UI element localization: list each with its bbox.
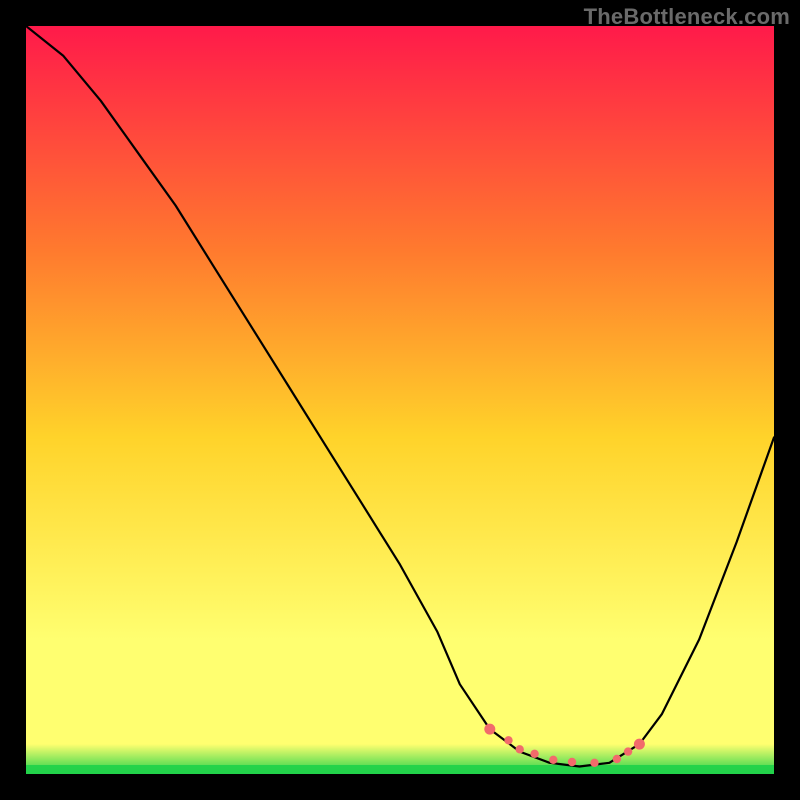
optimal-dot bbox=[530, 750, 538, 758]
optimal-dot bbox=[549, 756, 557, 764]
optimal-dot bbox=[516, 745, 524, 753]
gradient-background bbox=[26, 26, 774, 774]
plot-area bbox=[26, 26, 774, 774]
optimal-dot bbox=[484, 724, 495, 735]
watermark-text: TheBottleneck.com bbox=[584, 4, 790, 30]
chart-frame: TheBottleneck.com bbox=[0, 0, 800, 800]
optimal-dot bbox=[613, 755, 621, 763]
optimal-dot bbox=[504, 736, 512, 744]
chart-svg bbox=[26, 26, 774, 774]
optimal-band bbox=[26, 765, 774, 774]
optimal-dot bbox=[568, 758, 576, 766]
optimal-dot bbox=[590, 759, 598, 767]
optimal-dot bbox=[624, 747, 632, 755]
optimal-dot bbox=[634, 739, 645, 750]
